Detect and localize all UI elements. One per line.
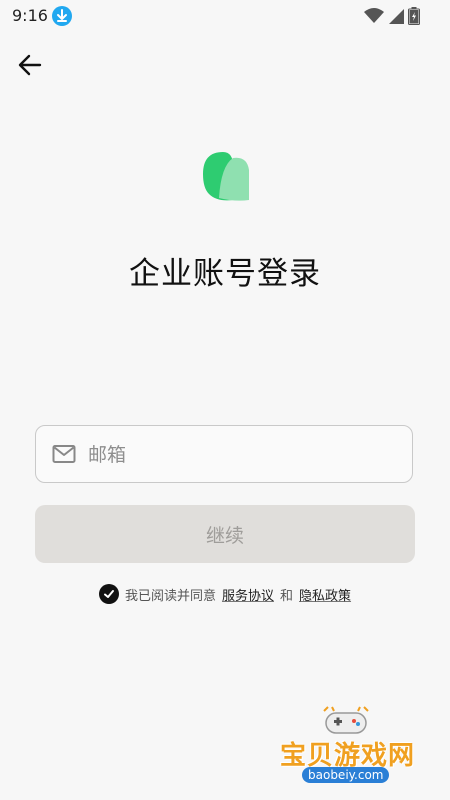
terms-link[interactable]: 服务协议: [222, 585, 274, 604]
status-time: 9:16: [12, 6, 48, 25]
wifi-icon: [364, 8, 384, 23]
mail-icon: [52, 445, 76, 463]
continue-button[interactable]: 继续: [35, 505, 415, 563]
site-watermark: 宝贝游戏网 baobeiy.com: [270, 705, 430, 795]
arrow-left-icon: [18, 54, 42, 76]
agreement-and: 和: [280, 588, 294, 604]
continue-label: 继续: [205, 524, 244, 547]
privacy-link[interactable]: 隐私政策: [299, 585, 351, 604]
battery-icon: [408, 7, 420, 25]
app-logo: [195, 148, 255, 208]
checkmark-icon: [103, 590, 114, 598]
agreement-row: 我已阅读并同意 服务协议 和 隐私政策: [0, 582, 450, 606]
signal-icon: [389, 9, 404, 24]
back-button[interactable]: [14, 50, 46, 80]
agreement-prefix: 我已阅读并同意: [124, 588, 216, 604]
watermark-url: baobeiy.com: [302, 767, 390, 783]
email-input[interactable]: [86, 438, 400, 472]
page-title: 企业账号登录: [129, 256, 321, 292]
download-icon: [52, 6, 72, 26]
email-field[interactable]: [35, 425, 413, 483]
status-icons: [364, 6, 420, 26]
agreement-checkbox[interactable]: [98, 584, 119, 604]
status-bar: 9:16: [0, 0, 450, 32]
gamepad-icon: [323, 706, 369, 734]
